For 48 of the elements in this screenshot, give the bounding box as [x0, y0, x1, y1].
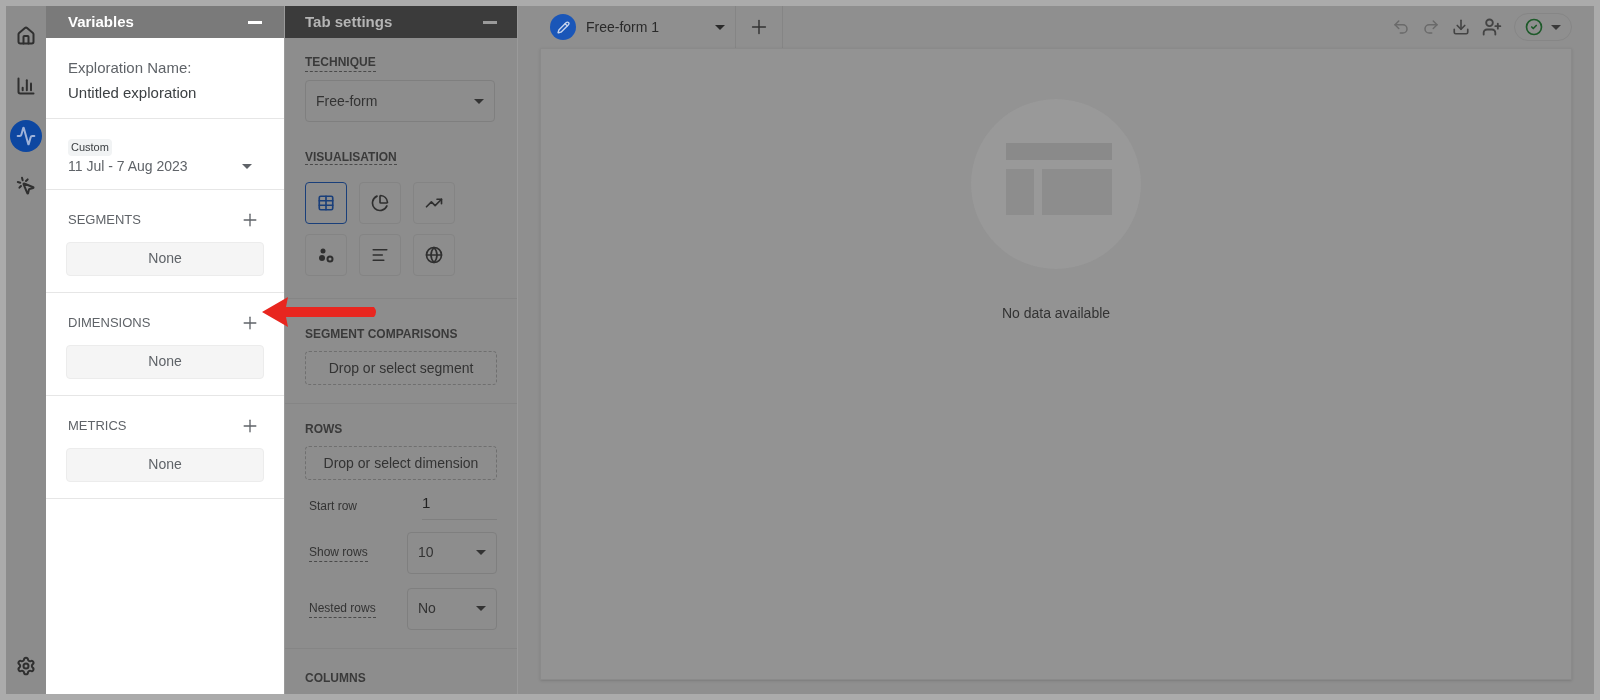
caret-icon — [476, 606, 486, 611]
section-title: TECHNIQUE — [305, 53, 376, 72]
empty-state-message: No data available — [1001, 304, 1111, 323]
empty-drop-zone[interactable]: None — [66, 241, 264, 276]
section-title: VISUALISATION — [305, 150, 397, 165]
collapse-button[interactable] — [248, 20, 262, 24]
minus-icon — [248, 20, 262, 24]
line-chart-icon[interactable] — [413, 182, 455, 224]
empty-drop-zone[interactable]: None — [66, 344, 264, 379]
minus-icon — [483, 20, 497, 24]
scatter-icon[interactable] — [305, 234, 347, 276]
pencil-icon — [550, 14, 576, 40]
panel-title: Variables — [68, 11, 134, 32]
section-title: DIMENSIONS — [67, 313, 151, 332]
date-badge: Custom — [68, 139, 112, 156]
dimension-drop-zone[interactable]: Drop or select dimension — [305, 446, 497, 480]
field-label: Show rows — [309, 543, 368, 562]
caret-icon — [1551, 24, 1561, 30]
segment-drop-zone[interactable]: Drop or select segment — [305, 351, 497, 385]
globe-icon[interactable] — [413, 234, 455, 276]
field-label: Exploration Name: — [68, 58, 193, 78]
panel-title: Tab settings — [305, 11, 393, 32]
field-label: Start row — [309, 497, 357, 515]
empty-drop-zone[interactable]: None — [66, 447, 264, 482]
collapse-button[interactable] — [483, 20, 497, 24]
table-icon[interactable] — [305, 182, 347, 224]
show-rows-dropdown[interactable]: 10 — [407, 531, 497, 574]
donut-chart-icon[interactable] — [359, 182, 401, 224]
section-title: SEGMENT COMPARISONS — [305, 326, 459, 343]
section-title: ROWS — [305, 421, 344, 438]
bar-chart-icon[interactable] — [359, 234, 401, 276]
caret-icon — [476, 550, 486, 555]
caret-icon — [242, 163, 252, 169]
exploration-name[interactable]: Untitled exploration — [68, 81, 262, 104]
check-circle-icon — [1525, 18, 1543, 36]
date-range-picker[interactable]: Custom 11 Jul - 7 Aug 2023 — [46, 119, 284, 190]
add-user-icon[interactable] — [1482, 17, 1502, 37]
section-title: COLUMNS — [305, 670, 366, 685]
section-title: SEGMENTS — [67, 210, 141, 229]
technique-dropdown[interactable]: Free-form — [305, 80, 495, 122]
caret-icon — [474, 98, 484, 104]
start-row-field[interactable]: 1 — [422, 492, 497, 520]
date-range: 11 Jul - 7 Aug 2023 — [68, 156, 188, 176]
nested-rows-dropdown[interactable]: No — [407, 587, 497, 630]
section-title: METRICS — [67, 416, 127, 435]
field-label: Nested rows — [309, 599, 376, 618]
caret-icon — [715, 24, 725, 30]
download-icon[interactable] — [1452, 18, 1470, 36]
